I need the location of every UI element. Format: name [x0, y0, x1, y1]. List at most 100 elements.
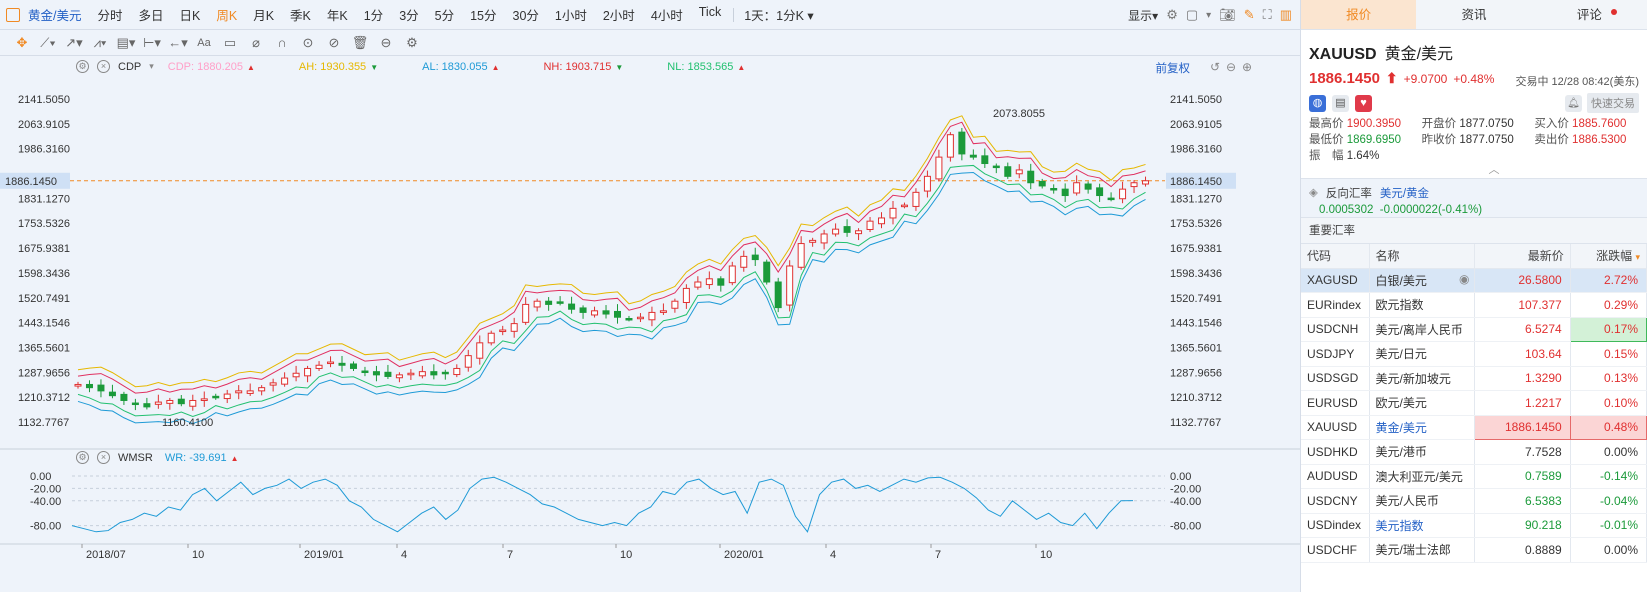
period-tab[interactable]: 1小时	[547, 5, 595, 24]
table-row[interactable]: USDJPY 美元/日元 103.64 0.15%	[1301, 341, 1647, 367]
table-row[interactable]: EURindex 欧元指数 107.377 0.29%	[1301, 292, 1647, 318]
panel-toggle-icon[interactable]	[6, 7, 20, 22]
period-tab[interactable]: 3分	[391, 5, 426, 24]
period-tab[interactable]: Tick	[691, 5, 729, 24]
fullscreen-icon[interactable]: ⛶	[1263, 7, 1272, 23]
heart-icon[interactable]: ♥	[1355, 94, 1372, 112]
link-icon[interactable]: ⊖	[376, 35, 396, 51]
eraser-icon[interactable]: ⌀	[246, 35, 266, 51]
period-tab[interactable]: 月K	[245, 5, 282, 24]
table-row[interactable]: USDHKD 美元/港币 7.7528 0.00%	[1301, 439, 1647, 465]
period-tab[interactable]: 年K	[319, 5, 356, 24]
reset-icon[interactable]: ↺	[1210, 60, 1220, 74]
price-axis-right-label: 1443.1546	[1170, 318, 1222, 330]
period-tab[interactable]: 15分	[462, 5, 504, 24]
candle-up	[820, 233, 828, 244]
col-change[interactable]: 涨跌幅 ▾	[1570, 244, 1647, 269]
period-tab[interactable]: 5分	[427, 5, 462, 24]
symbol-selector[interactable]: 黄金/美元	[28, 5, 81, 24]
close-icon[interactable]: ×	[97, 451, 110, 464]
candle-up	[223, 393, 231, 400]
table-row[interactable]: XAGUSD 白银/美元 ◉ 26.5800 2.72%	[1301, 268, 1647, 293]
tab-news[interactable]: 资讯	[1416, 0, 1531, 29]
period-tab[interactable]: 日K	[172, 5, 209, 24]
close-icon[interactable]: ×	[97, 60, 110, 73]
period-tab[interactable]: 4小时	[643, 5, 691, 24]
zoom-in-icon[interactable]: ⊕	[1242, 60, 1252, 74]
table-row[interactable]: USDCHF 美元/瑞士法郎 0.8889 0.00%	[1301, 537, 1647, 563]
pencil-icon[interactable]: ✎	[1244, 7, 1255, 23]
tab-comments[interactable]: 评论	[1532, 0, 1647, 29]
period-tab[interactable]: 分时	[89, 5, 130, 24]
period-tab[interactable]: 2小时	[595, 5, 643, 24]
magnet-icon[interactable]: ∩	[272, 35, 292, 50]
table-row[interactable]: USDCNY 美元/人民币 6.5383 -0.04%	[1301, 488, 1647, 514]
inverse-pair-link[interactable]: 美元/黄金	[1380, 185, 1429, 201]
interval-select[interactable]: 1天：1分K ▾	[738, 5, 820, 24]
settings-icon[interactable]: ⚙	[76, 60, 89, 73]
cell-price: 1.3290	[1474, 366, 1571, 391]
candle-up	[189, 399, 197, 407]
zigzag-icon[interactable]: ⩘▾	[90, 35, 110, 51]
cell-price: 6.5383	[1474, 488, 1571, 514]
indicator-name[interactable]: CDP	[118, 61, 141, 73]
table-row[interactable]: EURUSD 欧元/美元 1.2217 0.10%	[1301, 390, 1647, 416]
display-menu[interactable]: 显示▾	[1128, 7, 1158, 24]
table-row[interactable]: AUDUSD 澳大利亚元/美元 0.7589 -0.14%	[1301, 464, 1647, 489]
collapse-icon[interactable]: ︿	[1341, 164, 1647, 176]
trendline-icon[interactable]: ⟋▾	[38, 35, 58, 51]
arrow-icon[interactable]: ←▾	[168, 35, 188, 51]
price-axis-left-label: 1287.9656	[18, 367, 70, 379]
col-code[interactable]: 代码	[1301, 244, 1370, 269]
text-icon[interactable]: Aa	[194, 37, 214, 49]
period-tab[interactable]: 多日	[131, 5, 172, 24]
globe-icon[interactable]: ◍	[1309, 94, 1326, 112]
comment-icon[interactable]: ▭	[220, 35, 240, 51]
settings-icon[interactable]: ⚙	[1166, 7, 1178, 23]
tab-quote[interactable]: 报价	[1301, 0, 1417, 29]
document-icon[interactable]: ▤	[1332, 94, 1349, 112]
candle-down	[763, 261, 771, 283]
camera-icon[interactable]: 📷︎	[1219, 7, 1236, 23]
period-tab[interactable]: 30分	[505, 5, 547, 24]
trend-arrow-icon: ▼	[370, 62, 379, 72]
layout-icon[interactable]: ▢	[1186, 7, 1198, 23]
price-chart[interactable]: 2141.5050 2141.5050 2063.9105 2063.9105 1986…	[0, 57, 1300, 592]
settings-icon[interactable]: ⚙	[402, 35, 422, 51]
table-row[interactable]: XAUUSD 黄金/美元 1886.1450 0.48%	[1301, 414, 1647, 440]
candle-down	[349, 363, 357, 369]
measure-icon[interactable]: ▤▾	[116, 35, 136, 51]
settings-icon[interactable]: ⚙	[76, 451, 89, 464]
lock-icon[interactable]: ⊙	[298, 35, 318, 51]
eye-icon[interactable]: ◉	[1459, 272, 1469, 286]
zoom-out-icon[interactable]: ⊖	[1226, 60, 1236, 74]
sidebar-toggle-icon[interactable]: ▥	[1280, 7, 1292, 23]
cell-code: USDCNH	[1301, 317, 1370, 342]
sort-desc-icon[interactable]: ▾	[1635, 252, 1640, 262]
table-row[interactable]: USDindex 美元指数 90.218 -0.01%	[1301, 513, 1647, 538]
chevron-down-icon[interactable]: ▾	[1206, 10, 1211, 21]
delete-icon[interactable]: 🗑︎	[350, 35, 370, 51]
range-icon[interactable]: ⊢▾	[142, 35, 162, 51]
period-tab[interactable]: 1分	[356, 5, 391, 24]
up-arrow-icon: ⬆	[1385, 70, 1398, 86]
quick-trade-button[interactable]: 快速交易	[1587, 93, 1639, 113]
bell-icon[interactable]: 🔔︎	[1565, 94, 1582, 112]
restore-adjust-button[interactable]: 前复权	[1156, 60, 1191, 76]
col-name[interactable]: 名称	[1369, 244, 1475, 269]
indicator-value-text: CDP: 1880.205	[167, 60, 243, 73]
wr-axis-left-label: -40.00	[30, 496, 61, 508]
hide-icon[interactable]: ⊘	[324, 35, 344, 51]
chevron-down-icon[interactable]: ▾	[149, 61, 154, 72]
period-tab[interactable]: 季K	[282, 5, 319, 24]
indicator-name[interactable]: WMSR	[118, 452, 153, 464]
chart-area[interactable]: 2141.5050 2141.5050 2063.9105 2063.9105 1986…	[0, 57, 1300, 592]
ray-icon[interactable]: ↗▾	[64, 35, 84, 51]
table-row[interactable]: USDSGD 美元/新加坡元 1.3290 0.13%	[1301, 366, 1647, 391]
col-price[interactable]: 最新价	[1474, 244, 1571, 269]
rates-body: XAGUSD 白银/美元 ◉ 26.5800 2.72% EURindex 欧元指数 107…	[1301, 268, 1647, 563]
crosshair-icon[interactable]: ✥	[12, 35, 32, 51]
period-tab[interactable]: 周K	[208, 5, 245, 24]
candle-up	[292, 372, 300, 378]
table-row[interactable]: USDCNH 美元/离岸人民币 6.5274 0.17%	[1301, 316, 1647, 342]
